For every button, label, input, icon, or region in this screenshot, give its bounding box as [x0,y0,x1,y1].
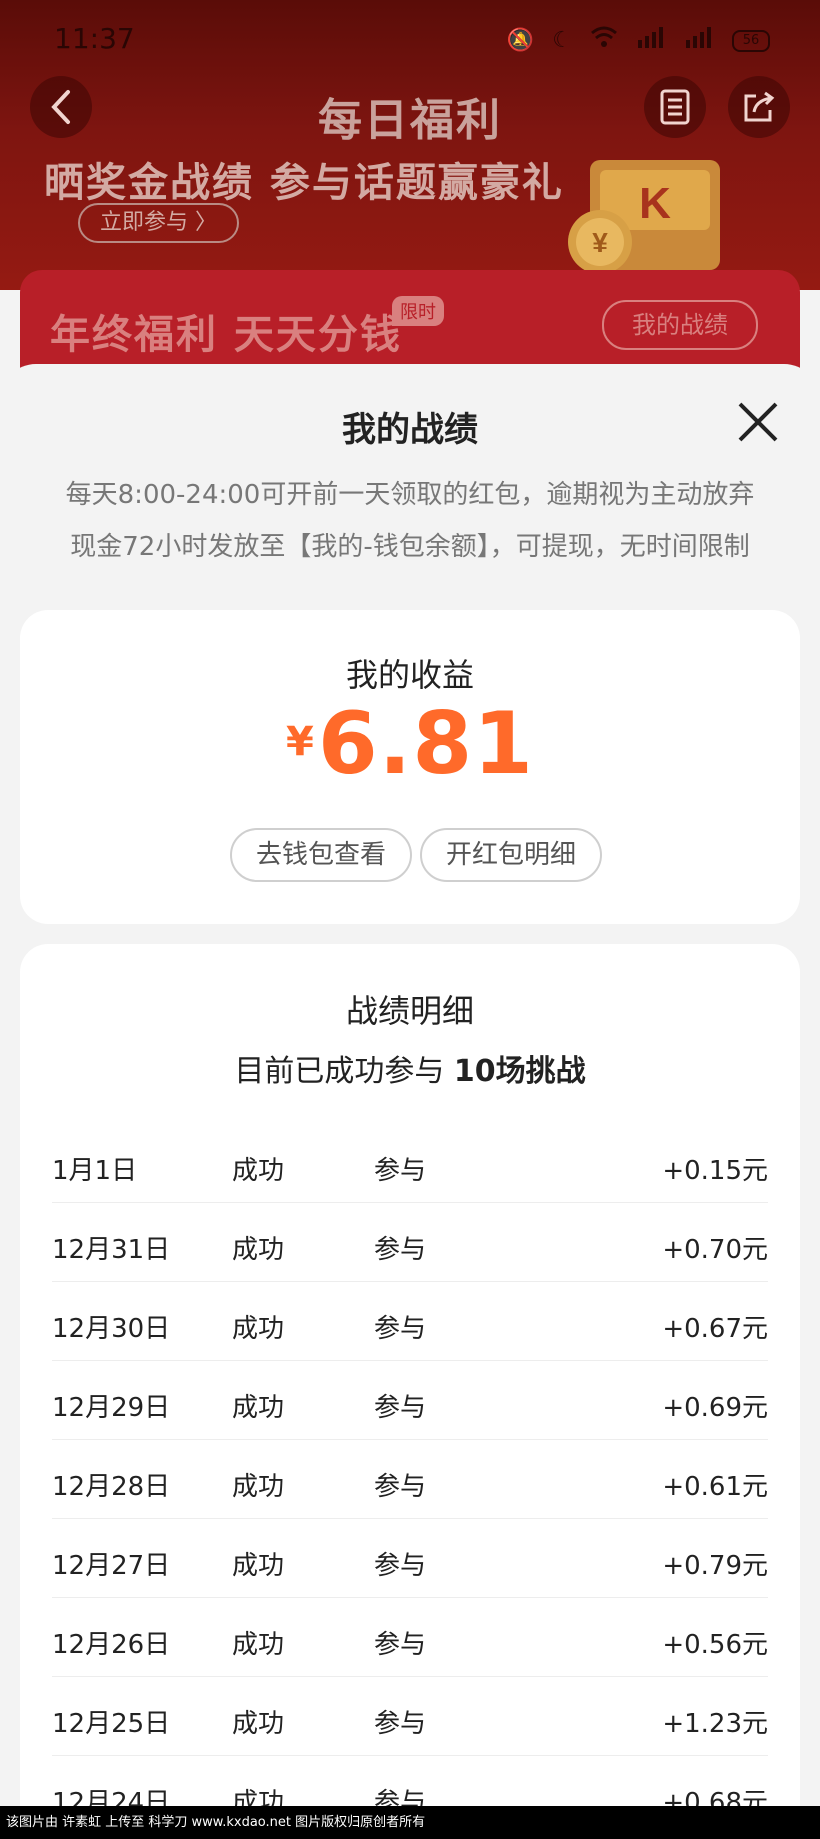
row-amount: +0.68元 [662,1788,768,1806]
row-status: 成功 [232,1709,285,1739]
record-sheet: 我的战绩 每天8:00-24:00可开前一天领取的红包，逾期视为主动放弃 现金7… [0,364,820,1806]
row-date: 12月24日 [52,1788,171,1806]
coin-envelope-illustration: K ¥ [560,150,740,284]
table-row: 12月24日 成功 参与 +0.68元 [52,1756,768,1806]
row-type: 参与 [374,1788,427,1806]
row-date: 12月26日 [52,1630,171,1660]
table-row: 1月1日 成功 参与 +0.15元 [52,1124,768,1203]
table-row: 12月31日 成功 参与 +0.70元 [52,1203,768,1282]
summary-prefix: 目前已成功参与 [234,1054,454,1089]
row-status: 成功 [232,1314,285,1344]
income-title: 我的收益 [345,656,474,694]
signal-icon-2 [684,26,714,56]
row-amount: +0.15元 [662,1156,768,1186]
row-amount: +0.67元 [662,1314,768,1344]
row-date: 12月30日 [52,1314,171,1344]
row-amount: +0.79元 [662,1551,768,1581]
income-value: 6.81 [317,694,535,794]
row-type: 参与 [374,1709,427,1739]
row-type: 参与 [374,1393,427,1423]
row-status: 成功 [232,1393,285,1423]
share-button[interactable] [728,76,790,138]
row-date: 12月28日 [52,1472,171,1502]
svg-text:K: K [639,179,671,228]
row-status: 成功 [232,1630,285,1660]
view-wallet-button[interactable]: 去钱包查看 [230,828,412,882]
promo-title: 年终福利 天天分钱 [50,312,402,358]
row-amount: +0.56元 [662,1630,768,1660]
table-row: 12月29日 成功 参与 +0.69元 [52,1361,768,1440]
moon-icon: ☾ [552,28,572,53]
row-date: 12月31日 [52,1235,171,1265]
row-amount: +0.70元 [662,1235,768,1265]
document-icon [660,89,690,125]
bell-off-icon: 🔕 [506,28,535,53]
svg-text:¥: ¥ [592,227,608,258]
row-type: 参与 [374,1235,427,1265]
join-now-button[interactable]: 立即参与 〉 [78,203,239,243]
battery-icon: 56 [732,30,770,52]
row-amount: +0.61元 [662,1472,768,1502]
my-record-button[interactable]: 我的战绩 [602,300,758,350]
table-row: 12月25日 成功 参与 +1.23元 [52,1677,768,1756]
close-icon [738,402,778,442]
row-amount: +1.23元 [662,1709,768,1739]
income-card: 我的收益 ¥6.81 去钱包查看 开红包明细 [20,610,800,924]
record-card: 战绩明细 目前已成功参与 10场挑战 1月1日 成功 参与 +0.15元 12月… [20,944,800,1806]
wifi-icon [590,26,618,56]
status-icons: 🔕 ☾ 56 [507,26,770,56]
summary-count: 10场挑战 [453,1054,586,1089]
row-type: 参与 [374,1630,427,1660]
status-bar: 11:37 🔕 ☾ 56 [0,0,820,80]
row-date: 1月1日 [52,1156,138,1186]
limited-badge: 限时 [392,296,444,326]
row-date: 12月27日 [52,1551,171,1581]
record-summary: 目前已成功参与 10场挑战 [20,1046,800,1090]
row-status: 成功 [232,1551,285,1581]
sheet-title: 我的战绩 [342,410,478,450]
record-title: 战绩明细 [345,992,474,1030]
table-row: 12月26日 成功 参与 +0.56元 [52,1598,768,1677]
row-type: 参与 [374,1156,427,1186]
close-button[interactable] [736,400,780,444]
status-time: 11:37 [54,22,135,55]
rule-text-2: 现金72小时发放至【我的-钱包余额】，可提现，无时间限制 [70,532,750,562]
table-row: 12月27日 成功 参与 +0.79元 [52,1519,768,1598]
table-row: 12月30日 成功 参与 +0.67元 [52,1282,768,1361]
row-date: 12月29日 [52,1393,171,1423]
rule-text-1: 每天8:00-24:00可开前一天领取的红包，逾期视为主动放弃 [65,480,755,510]
share-icon [744,91,775,122]
list-button[interactable] [644,76,706,138]
row-type: 参与 [374,1472,427,1502]
row-status: 成功 [232,1472,285,1502]
redpacket-detail-button[interactable]: 开红包明细 [420,828,602,882]
banner-slogan: 晒奖金战绩 参与话题赢豪礼 [44,160,564,206]
table-row: 12月28日 成功 参与 +0.61元 [52,1440,768,1519]
row-status: 成功 [232,1788,285,1806]
row-amount: +0.69元 [662,1393,768,1423]
income-amount: ¥6.81 [20,694,800,794]
row-status: 成功 [232,1235,285,1265]
row-status: 成功 [232,1156,285,1186]
currency-symbol: ¥ [285,719,314,765]
row-type: 参与 [374,1551,427,1581]
record-list: 1月1日 成功 参与 +0.15元 12月31日 成功 参与 +0.70元 12… [52,1124,768,1806]
signal-icon [636,26,666,56]
watermark-bar: 该图片由 许素虹 上传至 科学刀 www.kxdao.net 图片版权归原创者所… [0,1806,820,1839]
row-type: 参与 [374,1314,427,1344]
row-date: 12月25日 [52,1709,171,1739]
